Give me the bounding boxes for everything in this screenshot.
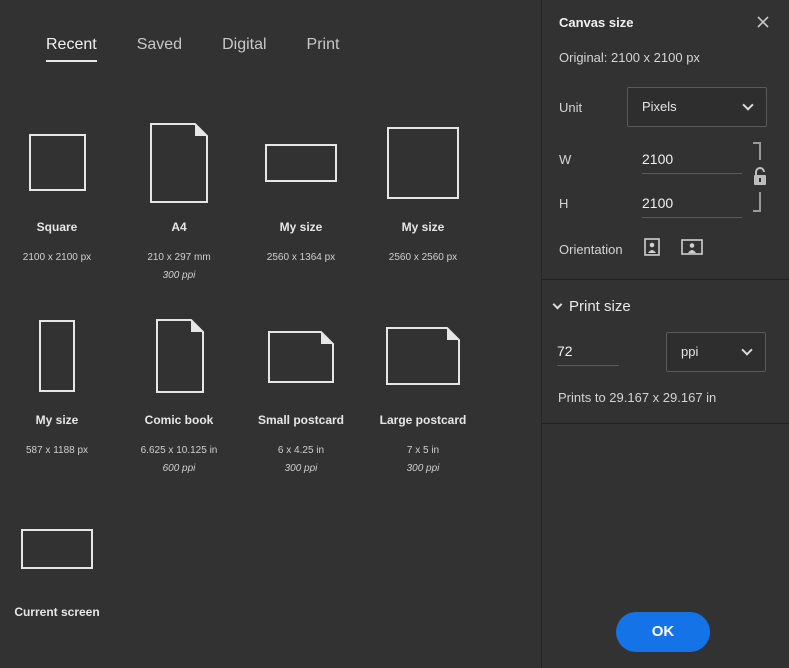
- resolution-unit-value: ppi: [681, 344, 699, 359]
- preset-dims: 6.625 x 10.125 in: [140, 445, 218, 456]
- width-field[interactable]: 2100: [642, 148, 742, 174]
- portrait-canvas-icon: [39, 320, 75, 392]
- preset-dims: 2560 x 2560 px: [388, 252, 458, 263]
- square-canvas-icon: [29, 134, 86, 191]
- preset-ppi: 600 ppi: [162, 463, 196, 474]
- canvas-size-panel: Canvas size Original: 2100 x 2100 px Uni…: [541, 0, 789, 668]
- preset-name: Comic book: [144, 413, 214, 427]
- original-size: Original: 2100 x 2100 px: [559, 50, 700, 65]
- height-field[interactable]: 2100: [642, 192, 742, 218]
- ok-button[interactable]: OK: [616, 612, 710, 652]
- resolution-value: 72: [557, 343, 573, 359]
- link-bracket-bottom: [753, 192, 761, 212]
- preset-name: My size: [279, 220, 323, 234]
- preset-my-size-wide[interactable]: My size 2560 x 1364 px: [246, 120, 356, 270]
- preset-my-size-tall[interactable]: My size 587 x 1188 px: [2, 313, 112, 463]
- preset-name: Large postcard: [379, 413, 467, 427]
- preset-dims: 7 x 5 in: [406, 445, 440, 456]
- preset-dims: 6 x 4.25 in: [277, 445, 325, 456]
- preset-small-postcard[interactable]: Small postcard 6 x 4.25 in 300 ppi: [246, 313, 356, 483]
- preset-dims: 587 x 1188 px: [25, 445, 89, 456]
- link-bracket-top: [753, 142, 761, 160]
- unit-label: Unit: [559, 100, 583, 115]
- preset-name: Small postcard: [257, 413, 345, 427]
- square-canvas-icon: [387, 127, 459, 199]
- preset-ppi: 300 ppi: [162, 270, 196, 281]
- print-size-toggle[interactable]: Print size: [552, 298, 631, 315]
- resolution-unit-select[interactable]: ppi: [666, 332, 766, 372]
- unit-select[interactable]: Pixels: [627, 87, 767, 127]
- preset-name: Square: [36, 220, 78, 234]
- preset-name: Current screen: [14, 605, 100, 619]
- preset-name: My size: [35, 413, 79, 427]
- chevron-down-icon: [552, 299, 563, 310]
- preset-my-size-square[interactable]: My size 2560 x 2560 px: [368, 120, 478, 270]
- unlock-icon[interactable]: [752, 166, 768, 191]
- preset-tabs: Recent Saved Digital Print: [46, 36, 379, 62]
- preset-name: A4: [171, 220, 187, 234]
- preset-dims: 2560 x 1364 px: [266, 252, 336, 263]
- chevron-down-icon: [741, 344, 753, 356]
- preset-square[interactable]: Square 2100 x 2100 px: [2, 120, 112, 270]
- preset-large-postcard[interactable]: Large postcard 7 x 5 in 300 ppi: [368, 313, 478, 483]
- postcard-icon: [386, 327, 460, 385]
- width-label: W: [559, 152, 572, 167]
- width-value: 2100: [642, 151, 674, 167]
- page-icon: [150, 123, 208, 203]
- preset-a4[interactable]: A4 210 x 297 mm 300 ppi: [124, 120, 234, 290]
- panel-title: Canvas size: [559, 15, 634, 30]
- preset-name: My size: [401, 220, 445, 234]
- height-value: 2100: [642, 195, 674, 211]
- presets-pane: Recent Saved Digital Print Square 2100 x…: [0, 0, 541, 668]
- unit-value: Pixels: [642, 99, 677, 114]
- preset-dims: 2100 x 2100 px: [22, 252, 92, 263]
- landscape-orientation-icon[interactable]: [681, 239, 703, 260]
- preset-comic-book[interactable]: Comic book 6.625 x 10.125 in 600 ppi: [124, 313, 234, 483]
- divider: [542, 423, 789, 424]
- preset-ppi: 300 ppi: [284, 463, 318, 474]
- divider: [542, 279, 789, 280]
- landscape-canvas-icon: [265, 144, 337, 182]
- preset-ppi: 300 ppi: [406, 463, 440, 474]
- orientation-label: Orientation: [559, 242, 623, 257]
- chevron-down-icon: [742, 99, 754, 111]
- print-size-title: Print size: [569, 298, 631, 315]
- close-icon[interactable]: [757, 12, 769, 33]
- height-label: H: [559, 196, 569, 211]
- portrait-orientation-icon[interactable]: [644, 238, 660, 261]
- resolution-field[interactable]: 72: [557, 340, 619, 366]
- tab-digital[interactable]: Digital: [222, 36, 266, 60]
- tab-print[interactable]: Print: [307, 36, 340, 60]
- tab-saved[interactable]: Saved: [137, 36, 182, 60]
- screen-canvas-icon: [21, 529, 93, 569]
- tab-recent[interactable]: Recent: [46, 36, 97, 62]
- page-icon: [156, 319, 204, 393]
- preset-current-screen[interactable]: Current screen: [2, 515, 112, 625]
- postcard-icon: [268, 331, 334, 383]
- preset-dims: 210 x 297 mm: [147, 252, 211, 263]
- prints-to-text: Prints to 29.167 x 29.167 in: [558, 390, 717, 405]
